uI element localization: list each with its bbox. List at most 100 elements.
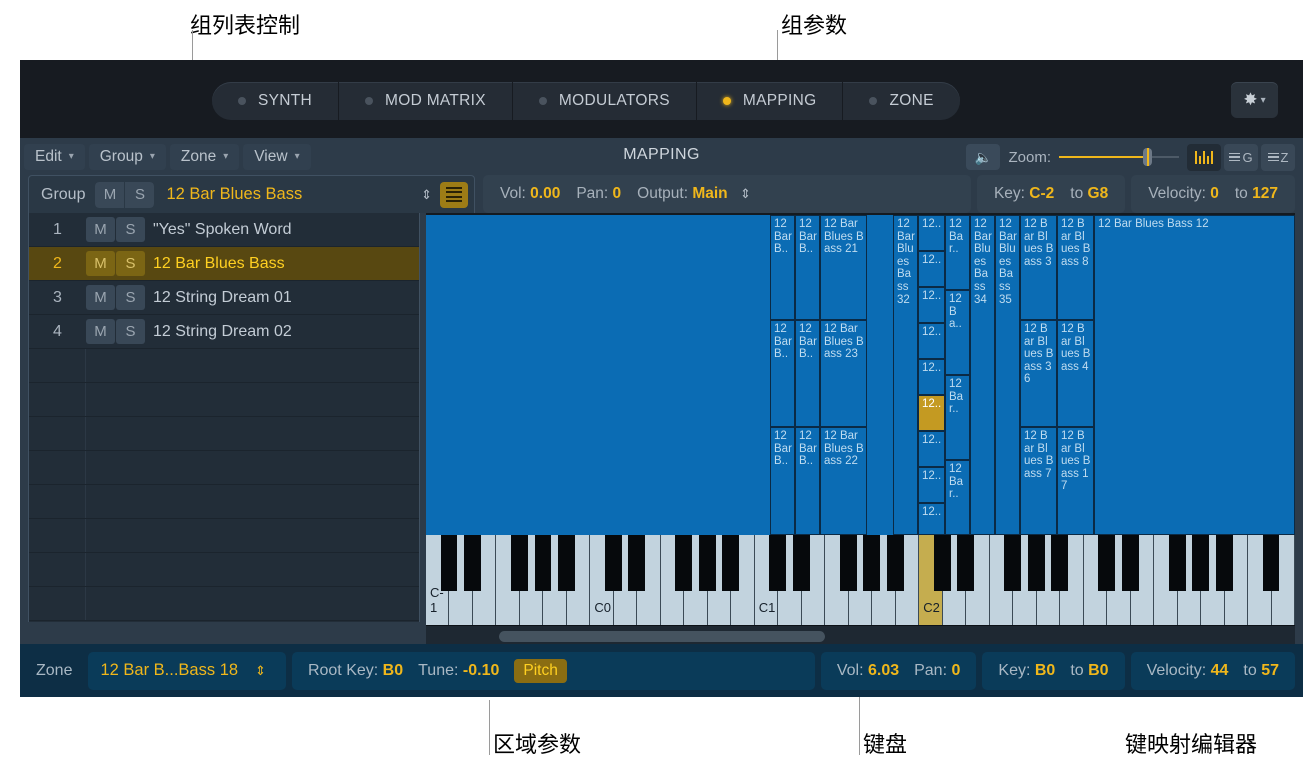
zone-rect[interactable]: 12 Bar Blues Bass 8 bbox=[1057, 215, 1094, 320]
zone-key-low[interactable]: Key: B0 bbox=[998, 662, 1055, 680]
group-row-solo-button[interactable]: S bbox=[116, 285, 145, 310]
zone-rect[interactable]: 12.. bbox=[918, 287, 945, 323]
group-key-low[interactable]: Key: C-2 bbox=[994, 185, 1054, 203]
group-row-solo-button[interactable]: S bbox=[116, 217, 145, 242]
group-output-param[interactable]: Output: Main ⇕ bbox=[637, 185, 759, 203]
zone-rect[interactable]: 12 Ba.. bbox=[945, 290, 970, 375]
menu-group[interactable]: Group ▾ bbox=[89, 144, 166, 170]
zone-stepper-icon[interactable]: ⇕ bbox=[247, 664, 274, 677]
zone-vol-param[interactable]: Vol: 6.03 bbox=[837, 662, 899, 680]
tab-zone[interactable]: ZONE bbox=[843, 82, 959, 120]
zone-velocity-high[interactable]: to 57 bbox=[1243, 662, 1279, 680]
keymap-editor[interactable]: 12 Bar B..12 Bar B..12 Bar Blues Bass 21… bbox=[426, 213, 1295, 622]
zone-rect[interactable]: 12 Bar Blues Bass 35 bbox=[995, 215, 1020, 535]
black-key[interactable] bbox=[605, 535, 622, 591]
zone-rect[interactable]: 12 Bar B.. bbox=[795, 215, 820, 320]
group-list-empty-row[interactable] bbox=[29, 519, 419, 553]
tab-mod-matrix[interactable]: MOD MATRIX bbox=[339, 82, 513, 120]
black-key[interactable] bbox=[1216, 535, 1233, 591]
gear-menu-button[interactable]: ✸ ▾ bbox=[1231, 82, 1278, 118]
group-mute-button[interactable]: M bbox=[95, 182, 124, 208]
zone-rect[interactable]: 12 Bar Blues Bass 36 bbox=[1020, 320, 1057, 427]
group-list-row-2[interactable]: 2 M S 12 Bar Blues Bass bbox=[29, 247, 419, 281]
zone-rect[interactable]: 12 Bar Blues Bass 32 bbox=[893, 215, 918, 535]
zone-rect[interactable]: 12 Bar B.. bbox=[795, 427, 820, 535]
group-vol-param[interactable]: Vol: 0.00 bbox=[500, 185, 560, 203]
group-list-row-3[interactable]: 3 M S 12 String Dream 01 bbox=[29, 281, 419, 315]
zone-velocity-low[interactable]: Velocity: 44 bbox=[1147, 662, 1229, 680]
zone-rect[interactable]: 12 Bar B.. bbox=[770, 215, 795, 320]
tab-synth[interactable]: SYNTH bbox=[212, 82, 339, 120]
black-key[interactable] bbox=[1122, 535, 1139, 591]
black-key[interactable] bbox=[1028, 535, 1045, 591]
black-key[interactable] bbox=[675, 535, 692, 591]
zone-rect[interactable]: 12 Bar B.. bbox=[770, 427, 795, 535]
group-list-empty-row[interactable] bbox=[29, 587, 419, 621]
black-key[interactable] bbox=[863, 535, 880, 591]
group-row-solo-button[interactable]: S bbox=[116, 319, 145, 344]
zone-list-view-button[interactable]: Z bbox=[1261, 144, 1295, 171]
menu-view[interactable]: View ▾ bbox=[243, 144, 310, 170]
black-key[interactable] bbox=[441, 535, 458, 591]
zone-rect[interactable]: 12 Bar Blues Bass 3 bbox=[1020, 215, 1057, 320]
black-key[interactable] bbox=[1263, 535, 1280, 591]
zone-rect[interactable]: 12.. bbox=[918, 467, 945, 503]
group-velocity-low[interactable]: Velocity: 0 bbox=[1148, 185, 1219, 203]
group-name-value[interactable]: 12 Bar Blues Bass bbox=[154, 185, 413, 204]
black-key[interactable] bbox=[464, 535, 481, 591]
zone-rect[interactable]: 12 Bar Blues Bass 34 bbox=[970, 215, 995, 535]
group-list-empty-row[interactable] bbox=[29, 485, 419, 519]
zone-rect[interactable]: 12 Bar Blues Bass 17 bbox=[1057, 427, 1094, 535]
zone-rect[interactable]: 12 Bar.. bbox=[945, 215, 970, 290]
group-row-mute-button[interactable]: M bbox=[86, 217, 115, 242]
tab-modulators[interactable]: MODULATORS bbox=[513, 82, 697, 120]
black-key[interactable] bbox=[957, 535, 974, 591]
group-row-mute-button[interactable]: M bbox=[86, 319, 115, 344]
zone-key-high[interactable]: to B0 bbox=[1070, 662, 1108, 680]
group-list-empty-row[interactable] bbox=[29, 349, 419, 383]
zone-pitch-button[interactable]: Pitch bbox=[514, 659, 566, 683]
black-key[interactable] bbox=[887, 535, 904, 591]
group-list-toggle-button[interactable] bbox=[440, 182, 468, 208]
black-key[interactable] bbox=[535, 535, 552, 591]
group-list-row-4[interactable]: 4 M S 12 String Dream 02 bbox=[29, 315, 419, 349]
zone-root-key-param[interactable]: Root Key: B0 bbox=[308, 662, 403, 680]
zone-tune-param[interactable]: Tune: -0.10 bbox=[418, 662, 499, 680]
group-list-empty-row[interactable] bbox=[29, 451, 419, 485]
zone-canvas[interactable]: 12 Bar B..12 Bar B..12 Bar Blues Bass 21… bbox=[426, 215, 1295, 535]
zone-rect[interactable]: 12 Bar Blues Bass 4 bbox=[1057, 320, 1094, 427]
zone-rect[interactable]: 12.. bbox=[918, 215, 945, 251]
group-key-high[interactable]: to G8 bbox=[1070, 185, 1108, 203]
black-key[interactable] bbox=[1169, 535, 1186, 591]
zone-rect[interactable]: 12 Bar B.. bbox=[795, 320, 820, 427]
zone-selector[interactable]: 12 Bar B...Bass 18 ⇕ bbox=[88, 652, 285, 690]
zone-rect[interactable]: 12 Bar.. bbox=[945, 375, 970, 460]
group-solo-button[interactable]: S bbox=[125, 182, 154, 208]
black-key[interactable] bbox=[1004, 535, 1021, 591]
black-key[interactable] bbox=[1098, 535, 1115, 591]
black-key[interactable] bbox=[840, 535, 857, 591]
zone-rect[interactable]: 12 Bar B.. bbox=[770, 320, 795, 427]
group-list-empty-row[interactable] bbox=[29, 417, 419, 451]
black-key[interactable] bbox=[722, 535, 739, 591]
group-stepper-icon[interactable]: ⇕ bbox=[413, 188, 440, 201]
zoom-slider[interactable] bbox=[1059, 147, 1179, 167]
menu-zone[interactable]: Zone ▾ bbox=[170, 144, 239, 170]
zone-rect[interactable]: 12.. bbox=[918, 323, 945, 359]
zone-rect[interactable]: 12 Bar Blues Bass 23 bbox=[820, 320, 867, 427]
group-pan-param[interactable]: Pan: 0 bbox=[576, 185, 621, 203]
black-key[interactable] bbox=[628, 535, 645, 591]
scrollbar-thumb[interactable] bbox=[499, 631, 825, 642]
zone-rect[interactable]: 12 Bar Blues Bass 22 bbox=[820, 427, 867, 535]
black-key[interactable] bbox=[793, 535, 810, 591]
group-list-empty-row[interactable] bbox=[29, 383, 419, 417]
keyboard-view-button[interactable] bbox=[1187, 144, 1221, 171]
group-list-empty-row[interactable] bbox=[29, 553, 419, 587]
speaker-icon-button[interactable]: 🔈 bbox=[966, 144, 1000, 170]
zone-rect[interactable]: 12 Bar Blues Bass 21 bbox=[820, 215, 867, 320]
group-row-solo-button[interactable]: S bbox=[116, 251, 145, 276]
group-list[interactable]: 1 M S "Yes" Spoken Word 2 M S 12 Bar Blu… bbox=[28, 213, 420, 622]
black-key[interactable] bbox=[769, 535, 786, 591]
group-list-row-1[interactable]: 1 M S "Yes" Spoken Word bbox=[29, 213, 419, 247]
black-key[interactable] bbox=[1192, 535, 1209, 591]
